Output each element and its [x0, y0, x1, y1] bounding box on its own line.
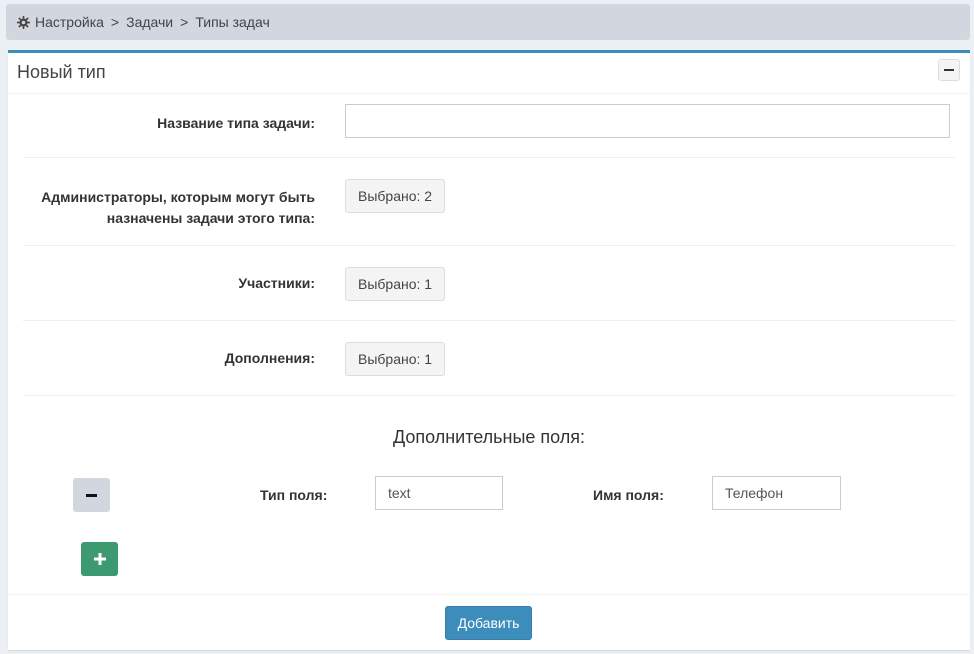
minus-icon	[944, 69, 954, 71]
participants-select-button[interactable]: Выбрано: 1	[345, 267, 446, 301]
field-type-input[interactable]	[375, 476, 503, 510]
new-type-box: Новый тип Название типа задачи: Админист…	[8, 50, 970, 650]
field-name-label: Имя поля:	[593, 487, 664, 503]
form-row-addons: Дополнения: Выбрано: 1	[23, 321, 955, 396]
box-footer: Добавить	[8, 594, 970, 650]
breadcrumb-item-settings[interactable]: Настройка	[35, 14, 104, 30]
admins-label: Администраторы, которым могут быть назна…	[41, 187, 315, 229]
participants-label: Участники:	[238, 275, 315, 291]
collapse-button[interactable]	[938, 59, 960, 81]
breadcrumb: Настройка > Задачи > Типы задач	[6, 4, 970, 40]
task-type-name-label: Название типа задачи:	[157, 115, 315, 131]
field-name-input[interactable]	[712, 476, 841, 510]
minus-icon	[86, 493, 97, 497]
admins-select-button[interactable]: Выбрано: 2	[345, 179, 446, 213]
task-type-name-input[interactable]	[345, 104, 950, 138]
box-header: Новый тип	[8, 53, 970, 94]
form-row-name: Название типа задачи:	[23, 94, 955, 158]
admins-label-line1: Администраторы, которым могут быть	[41, 189, 315, 205]
form-row-admins: Администраторы, которым могут быть назна…	[23, 158, 955, 246]
admins-label-line2: назначены задачи этого типа:	[106, 210, 315, 226]
addons-select-button[interactable]: Выбрано: 1	[345, 342, 446, 376]
gear-icon	[17, 15, 30, 29]
breadcrumb-item-task-types: Типы задач	[195, 14, 270, 30]
breadcrumb-separator: >	[180, 14, 189, 30]
field-type-label: Тип поля:	[260, 487, 328, 503]
box-title: Новый тип	[17, 62, 106, 82]
add-field-button[interactable]	[81, 542, 118, 576]
plus-icon	[93, 553, 106, 565]
addons-label: Дополнения:	[224, 350, 315, 366]
breadcrumb-separator: >	[110, 14, 120, 30]
breadcrumb-item-tasks[interactable]: Задачи	[126, 14, 173, 30]
remove-field-button[interactable]	[73, 478, 110, 512]
form-row-participants: Участники: Выбрано: 1	[23, 246, 955, 321]
add-button[interactable]: Добавить	[445, 606, 532, 640]
extra-fields-title: Дополнительные поля:	[392, 427, 586, 447]
